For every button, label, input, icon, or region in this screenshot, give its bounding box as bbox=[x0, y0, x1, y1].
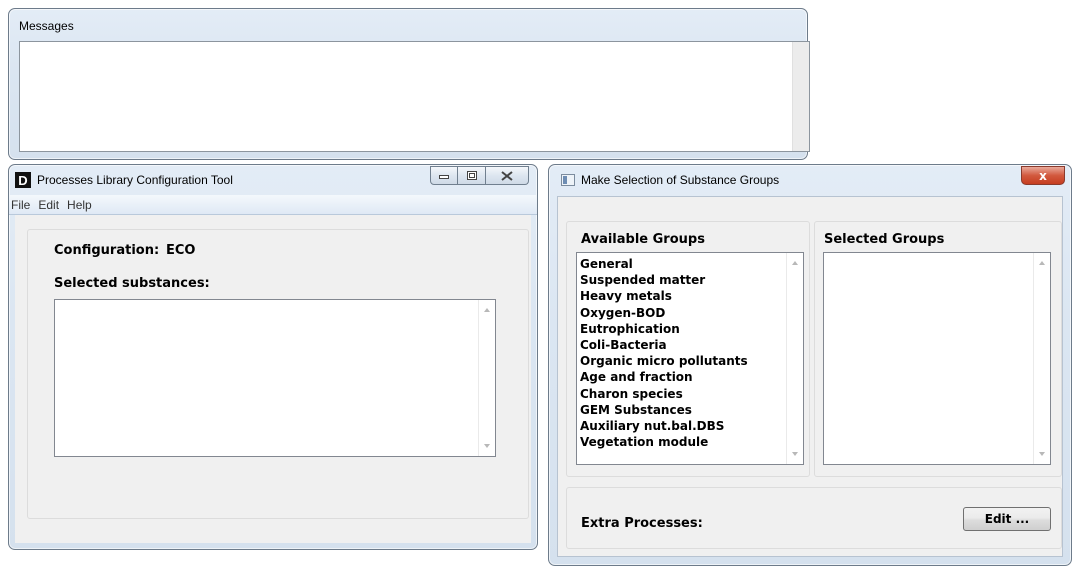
plct-client-area: Configuration: ECO Selected substances: bbox=[15, 215, 531, 543]
close-icon: x bbox=[1039, 168, 1047, 183]
extra-processes-label: Extra Processes: bbox=[581, 516, 703, 531]
scroll-up-arrow-icon[interactable] bbox=[484, 308, 490, 312]
list-item[interactable]: Charon species bbox=[580, 386, 783, 402]
list-item[interactable]: Heavy metals bbox=[580, 288, 783, 304]
processes-library-window: D Processes Library Configuration Tool F… bbox=[8, 164, 538, 550]
scroll-up-arrow-icon[interactable] bbox=[792, 261, 798, 265]
scroll-down-arrow-icon[interactable] bbox=[1039, 452, 1045, 456]
app-d-icon: D bbox=[15, 172, 31, 188]
list-item[interactable]: Vegetation module bbox=[580, 434, 783, 450]
list-item[interactable]: Age and fraction bbox=[580, 369, 783, 385]
plct-title: Processes Library Configuration Tool bbox=[37, 173, 233, 187]
configuration-value: ECO bbox=[166, 243, 196, 258]
dialog-client-area: Available Groups General Suspended matte… bbox=[557, 196, 1063, 557]
selected-substances-label: Selected substances: bbox=[54, 276, 210, 291]
available-groups-group: Available Groups General Suspended matte… bbox=[566, 221, 810, 477]
dialog-title: Make Selection of Substance Groups bbox=[581, 173, 780, 187]
close-icon bbox=[501, 170, 513, 181]
scroll-up-arrow-icon[interactable] bbox=[1039, 261, 1045, 265]
substances-scrollbar[interactable] bbox=[478, 300, 495, 456]
list-item[interactable]: Auxiliary nut.bal.DBS bbox=[580, 418, 783, 434]
menu-help[interactable]: Help bbox=[65, 198, 98, 212]
scroll-down-arrow-icon[interactable] bbox=[484, 444, 490, 448]
selected-groups-group: Selected Groups bbox=[814, 221, 1062, 477]
available-groups-items: General Suspended matter Heavy metals Ox… bbox=[580, 256, 783, 450]
caption-buttons bbox=[430, 166, 529, 185]
list-item[interactable]: General bbox=[580, 256, 783, 272]
dialog-close-button[interactable]: x bbox=[1021, 166, 1065, 185]
list-item[interactable]: Eutrophication bbox=[580, 321, 783, 337]
messages-scrollbar[interactable] bbox=[792, 42, 809, 151]
messages-title: Messages bbox=[19, 19, 74, 33]
scroll-down-arrow-icon[interactable] bbox=[792, 452, 798, 456]
messages-textarea[interactable] bbox=[19, 41, 810, 152]
list-item[interactable]: Organic micro pollutants bbox=[580, 353, 783, 369]
maximize-icon bbox=[466, 171, 477, 180]
list-item[interactable]: Suspended matter bbox=[580, 272, 783, 288]
available-groups-scrollbar[interactable] bbox=[786, 253, 803, 464]
available-groups-list[interactable]: General Suspended matter Heavy metals Ox… bbox=[576, 252, 804, 465]
selected-groups-label: Selected Groups bbox=[824, 232, 945, 247]
dialog-titlebar[interactable]: Make Selection of Substance Groups bbox=[549, 165, 1071, 195]
extra-processes-group: Extra Processes: Edit ... bbox=[566, 487, 1062, 549]
close-button[interactable] bbox=[486, 166, 529, 185]
available-groups-label: Available Groups bbox=[581, 232, 705, 247]
list-item[interactable]: Coli-Bacteria bbox=[580, 337, 783, 353]
minimize-button[interactable] bbox=[430, 166, 458, 185]
list-item[interactable]: Oxygen-BOD bbox=[580, 305, 783, 321]
maximize-button[interactable] bbox=[458, 166, 486, 185]
substance-groups-dialog: Make Selection of Substance Groups x Ava… bbox=[548, 164, 1072, 566]
selected-substances-list[interactable] bbox=[54, 299, 496, 457]
minimize-icon bbox=[439, 174, 449, 179]
selected-groups-scrollbar[interactable] bbox=[1033, 253, 1050, 464]
messages-window: Messages bbox=[8, 8, 810, 160]
window-icon bbox=[561, 174, 575, 186]
edit-button[interactable]: Edit ... bbox=[963, 507, 1051, 531]
configuration-label: Configuration: bbox=[54, 243, 160, 258]
configuration-group: Configuration: ECO Selected substances: bbox=[27, 229, 529, 519]
list-item[interactable]: GEM Substances bbox=[580, 402, 783, 418]
menu-bar: File Edit Help bbox=[9, 195, 537, 215]
selected-groups-list[interactable] bbox=[823, 252, 1051, 465]
menu-edit[interactable]: Edit bbox=[36, 198, 65, 212]
menu-file[interactable]: File bbox=[9, 198, 36, 212]
